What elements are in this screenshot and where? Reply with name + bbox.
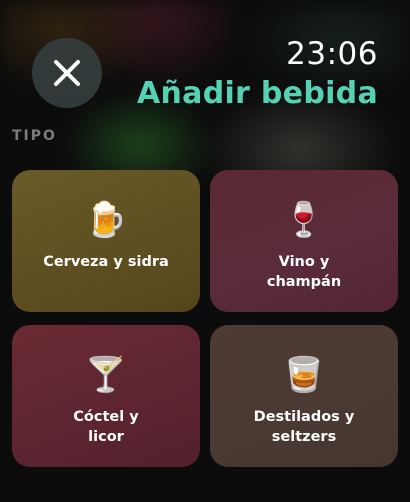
drink-type-label: Vino y champán — [266, 254, 342, 290]
close-button[interactable] — [32, 38, 102, 108]
drink-type-wine-champagne-button[interactable]: 🍷 Vino y champán — [210, 170, 398, 312]
beer-mug-icon: 🍺 — [84, 200, 128, 240]
drink-type-label: Cóctel y licor — [73, 409, 139, 445]
page-title: Añadir bebida — [136, 76, 378, 111]
cocktail-glass-icon: 🍸 — [84, 355, 128, 395]
wine-glass-icon: 🍷 — [282, 200, 326, 240]
tumbler-glass-icon: 🥃 — [282, 355, 326, 395]
close-icon — [54, 60, 80, 86]
drink-type-cocktail-liqueur-button[interactable]: 🍸 Cóctel y licor — [12, 325, 200, 467]
drink-type-label: Cerveza y sidra — [43, 254, 169, 270]
drink-type-label: Destilados y seltzers — [253, 409, 355, 445]
clock-time: 23:06 — [286, 36, 378, 72]
drink-type-spirits-seltzers-button[interactable]: 🥃 Destilados y seltzers — [210, 325, 398, 467]
section-label-type: TIPO — [12, 128, 57, 144]
drink-type-beer-cider-button[interactable]: 🍺 Cerveza y sidra — [12, 170, 200, 312]
